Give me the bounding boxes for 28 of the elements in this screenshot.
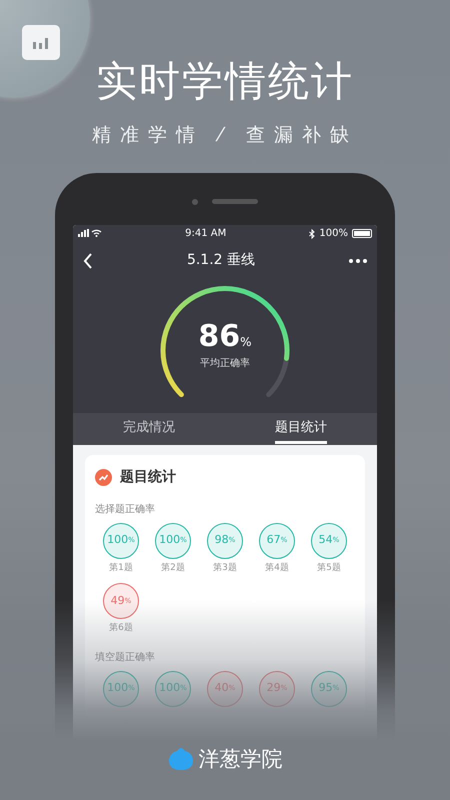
tab[interactable]: 完成情况 <box>73 412 225 444</box>
trend-icon <box>95 468 112 486</box>
question-label: 第5题 <box>317 562 341 574</box>
card-title: 题目统计 <box>120 468 176 486</box>
question-label: 第4题 <box>265 562 289 574</box>
status-time: 9:41 AM <box>185 227 226 241</box>
headline: 实时学情统计 <box>96 61 354 102</box>
tab[interactable]: 题目统计 <box>225 412 377 444</box>
speaker-icon <box>212 199 258 204</box>
signal-icon <box>78 229 102 238</box>
subheadline: 精准学情 ⁄ 查漏补缺 <box>90 123 360 148</box>
section-label: 填空题正确率 <box>95 650 156 664</box>
gauge-label: 平均正确率 <box>199 356 251 370</box>
camera-icon <box>192 198 198 204</box>
screen-title: 5.1.2 垂线 <box>186 250 256 270</box>
gauge-value: 86 <box>198 318 240 354</box>
gauge-unit: % <box>240 334 252 348</box>
logo-icon <box>168 747 194 772</box>
question-label: 第3题 <box>213 562 237 574</box>
battery-percent: 100% <box>319 227 348 241</box>
app-icon <box>22 25 60 60</box>
brand-name: 洋葱学院 <box>198 746 282 772</box>
question-label: 第6题 <box>109 622 133 635</box>
bluetooth-icon <box>309 228 316 238</box>
question-label: 第1题 <box>109 562 133 574</box>
question-label: 第2题 <box>161 562 185 574</box>
battery-icon <box>352 229 372 238</box>
section-label: 选择题正确率 <box>95 502 156 516</box>
